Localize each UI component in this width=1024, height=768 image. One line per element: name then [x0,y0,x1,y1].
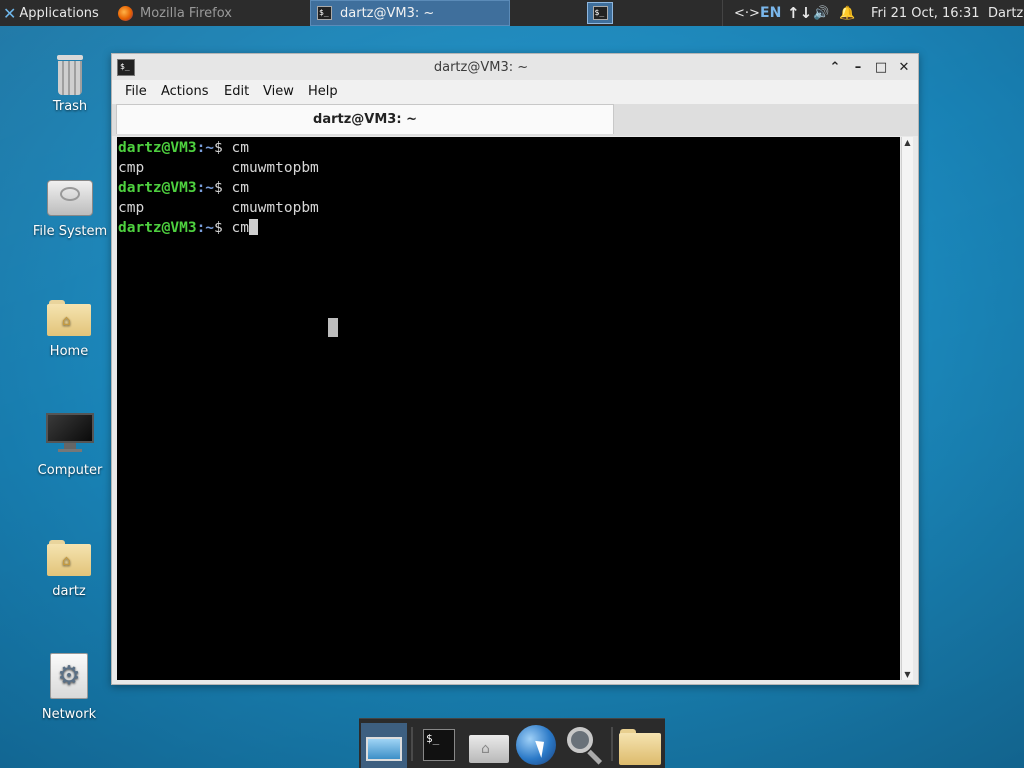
tab-bar: dartz@VM3: ~ [112,104,918,136]
workspace-switcher[interactable]: $_ [584,0,616,26]
prompt-symbol: $ [214,140,232,156]
terminal-line: dartz@VM3:~$ cm [118,178,249,198]
window-titlebar[interactable]: $_ dartz@VM3: ~ ⌃ – □ ✕ [112,54,918,80]
terminal-line: dartz@VM3:~$ cm [118,138,249,158]
panel-separator [722,0,723,26]
menu-file[interactable]: File [125,84,147,99]
monitor-icon [46,413,94,453]
applications-label: Applications [19,5,99,21]
close-button[interactable]: ✕ [894,58,914,78]
applications-menu[interactable]: ✕ Applications [0,0,110,26]
menu-help[interactable]: Help [308,84,338,99]
command-text: cm [231,140,249,156]
terminal-icon: $_ [423,729,455,761]
show-desktop-icon [366,737,402,761]
home-folder-icon: ⌂ [47,300,91,336]
desktop-icon-home[interactable]: ⌂ Home [19,300,119,359]
home-folder-launcher[interactable]: ⌂ [465,723,509,767]
network-transfer-icon[interactable]: ↑↓ [787,0,812,26]
desktop-icon-label: Network [41,707,97,722]
desktop-icon-network[interactable]: ⚙ Network [19,653,119,722]
folder-icon [619,733,661,765]
minimize-button[interactable]: – [848,58,868,78]
desktop-icon-label: Trash [52,99,88,114]
dock-separator [611,727,613,761]
network-gear-icon: ⚙ [50,653,88,699]
desktop-icon-trash[interactable]: Trash [20,55,120,114]
dock-panel: $_ ⌂ [359,718,665,768]
tab-terminal[interactable]: dartz@VM3: ~ [116,104,614,134]
app-finder-launcher[interactable] [563,723,607,767]
prompt-path: :~ [196,180,215,196]
terminal-icon: $_ [592,6,608,20]
desktop-icon-file-system[interactable]: File System [20,180,120,239]
terminal-icon: $_ [317,6,332,20]
scroll-down-arrow-icon[interactable]: ▼ [902,670,913,679]
volume-icon[interactable]: 🔊 [813,0,829,26]
desktop-icon-label: Computer [37,463,103,478]
terminal-window[interactable]: $_ dartz@VM3: ~ ⌃ – □ ✕ File Actions Edi… [111,53,919,685]
desktop-icon-computer[interactable]: Computer [20,413,120,478]
firefox-icon [118,5,133,21]
network-icon[interactable]: <·> [734,0,760,26]
file-manager-launcher[interactable] [617,723,661,767]
user-menu[interactable]: Dartz [988,0,1023,26]
house-icon: ⌂ [481,741,490,757]
workspace-1[interactable]: $_ [587,2,613,24]
terminal-launcher[interactable]: $_ [417,723,461,767]
shade-button[interactable]: ⌃ [825,58,845,78]
vertical-scrollbar[interactable]: ▲ ▼ [901,137,913,680]
menu-bar: File Actions Edit View Help [112,80,918,104]
menu-actions[interactable]: Actions [161,84,209,99]
terminal-output[interactable]: dartz@VM3:~$ cm cmp cmuwmtopbm dartz@VM3… [117,137,900,680]
menu-view[interactable]: View [263,84,294,99]
show-desktop-button[interactable] [361,723,407,768]
command-text: cm [231,180,249,196]
text-cursor [248,219,258,235]
hard-drive-icon [47,180,93,216]
keyboard-layout-indicator[interactable]: EN [760,0,781,26]
magnifier-icon [567,727,593,753]
taskbar-label: Mozilla Firefox [140,5,232,21]
terminal-line: cmp cmuwmtopbm [118,160,319,176]
clock[interactable]: Fri 21 Oct, 16:31 [871,0,980,26]
home-folder-icon: ⌂ [47,540,91,576]
trash-icon [55,55,85,95]
desktop-icon-dartz[interactable]: ⌂ dartz [19,540,119,599]
xfce-logo-icon: ✕ [3,3,17,23]
terminal-line: cmp cmuwmtopbm [118,200,319,216]
desktop-icon-label: Home [49,344,89,359]
taskbar-item-terminal[interactable]: $_ dartz@VM3: ~ [310,0,510,26]
scroll-up-arrow-icon[interactable]: ▲ [902,138,913,147]
dock-separator [411,727,413,761]
magnifier-handle [587,749,603,765]
prompt-user: dartz@VM3 [118,220,197,236]
prompt-path: :~ [196,220,215,236]
prompt-user: dartz@VM3 [118,140,197,156]
window-title: dartz@VM3: ~ [433,60,529,75]
prompt-symbol: $ [214,220,232,236]
mouse-text-cursor [328,318,338,337]
web-browser-launcher[interactable] [514,723,558,767]
prompt-path: :~ [196,140,215,156]
maximize-button[interactable]: □ [871,58,891,78]
taskbar-label: dartz@VM3: ~ [340,5,435,21]
taskbar-item-firefox[interactable]: Mozilla Firefox [112,0,308,26]
command-text: cm [231,220,249,236]
prompt-symbol: $ [214,180,232,196]
menu-edit[interactable]: Edit [224,84,249,99]
top-panel: ✕ Applications Mozilla Firefox $_ dartz@… [0,0,1024,26]
notification-bell-icon[interactable]: 🔔 [839,0,855,26]
prompt-user: dartz@VM3 [118,180,197,196]
terminal-line: dartz@VM3:~$ cm [118,218,258,238]
desktop-icon-label: File System [32,224,108,239]
desktop-icon-label: dartz [52,584,86,599]
